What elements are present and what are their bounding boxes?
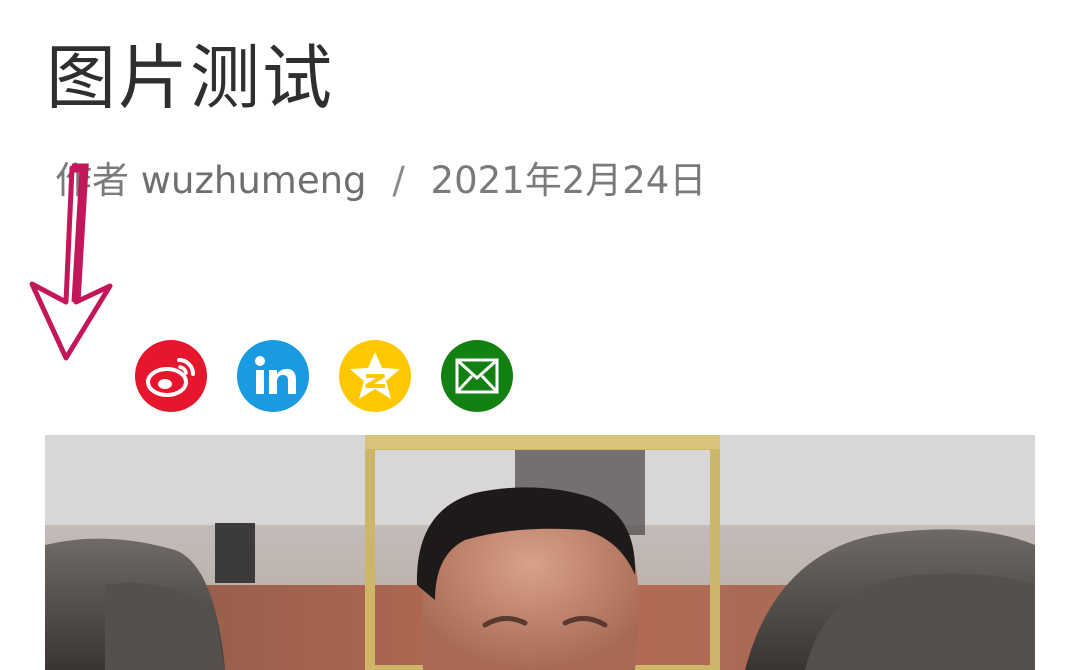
share-linkedin-button[interactable]	[237, 340, 309, 412]
share-email-button[interactable]	[441, 340, 513, 412]
share-weibo-button[interactable]	[135, 340, 207, 412]
post-date-link[interactable]: 2021年2月24日	[431, 159, 707, 202]
meta-separator: /	[392, 159, 405, 202]
author-link[interactable]: wuzhumeng	[141, 159, 367, 202]
post-title: 图片测试	[46, 37, 334, 119]
weibo-icon	[135, 340, 207, 412]
share-bar	[135, 340, 513, 412]
featured-photo	[45, 435, 1035, 670]
envelope-icon	[441, 340, 513, 412]
qzone-star-icon	[339, 340, 411, 412]
share-qzone-button[interactable]	[339, 340, 411, 412]
post-meta: 作者 wuzhumeng / 2021年2月24日	[55, 158, 706, 204]
featured-image[interactable]	[45, 435, 1035, 670]
down-arrow-icon	[29, 163, 113, 361]
linkedin-icon	[237, 340, 309, 412]
